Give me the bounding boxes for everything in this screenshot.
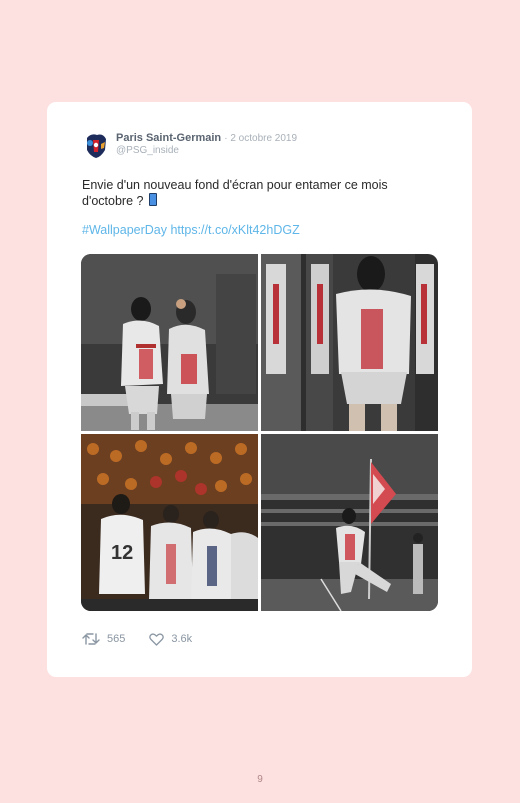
media-photo-1[interactable] <box>81 254 258 431</box>
media-photo-4[interactable] <box>261 434 438 611</box>
page-number: 9 <box>257 774 263 785</box>
retweet-icon <box>82 633 100 645</box>
retweet-count: 565 <box>107 633 126 645</box>
mobile-phone-icon <box>148 193 157 206</box>
like-button[interactable]: 3.6k <box>149 632 193 646</box>
tweet-card: Paris Saint-Germain · 2 octobre 2019 @PS… <box>47 102 472 677</box>
svg-text:12: 12 <box>111 542 133 564</box>
psg-crest-icon[interactable] <box>81 130 111 160</box>
hashtag-link[interactable]: #WallpaperDay <box>82 223 167 237</box>
retweet-button[interactable]: 565 <box>82 632 125 646</box>
author-name[interactable]: Paris Saint-Germain <box>116 132 221 144</box>
author-line: Paris Saint-Germain · 2 octobre 2019 <box>116 132 297 144</box>
tweet-links: #WallpaperDay https://t.co/xKlt42hDGZ <box>82 223 300 237</box>
tweet-actions: 565 3.6k <box>82 632 216 646</box>
url-link[interactable]: https://t.co/xKlt42hDGZ <box>170 223 299 237</box>
author-handle[interactable]: @PSG_inside <box>116 145 179 156</box>
tweet-date[interactable]: · 2 octobre 2019 <box>224 133 297 144</box>
tweet-text-line: Envie d'un nouveau fond d'écran pour ent… <box>82 178 388 208</box>
heart-icon <box>149 632 165 646</box>
media-grid: 12 <box>81 254 438 611</box>
tweet-text: Envie d'un nouveau fond d'écran pour ent… <box>82 178 422 209</box>
like-count: 3.6k <box>171 633 193 645</box>
media-photo-3[interactable]: 12 <box>81 434 258 611</box>
media-photo-2[interactable] <box>261 254 438 431</box>
